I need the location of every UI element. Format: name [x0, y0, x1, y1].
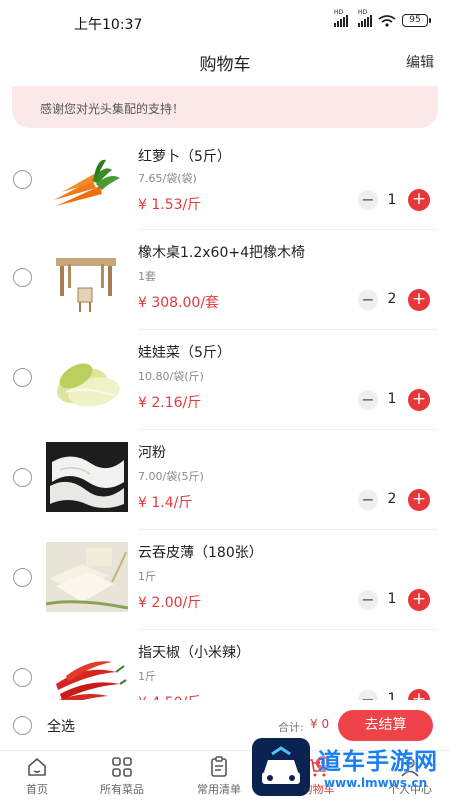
- page-title: 购物车: [199, 55, 251, 75]
- signal-icon: HD: [334, 9, 348, 27]
- watermark-text: 道车手游网: [318, 749, 438, 775]
- header: 购物车 编辑: [0, 44, 450, 80]
- item-name: 河粉: [138, 445, 166, 461]
- watermark-url: www.lmwws.cn: [324, 776, 428, 790]
- item-spec: 10.80/袋(斤): [138, 370, 204, 383]
- cart-list[interactable]: 红萝卜（5斤） 7.65/袋(袋) ¥ 1.53/斤 − 1 + 橡木桌1.2x…: [0, 130, 450, 700]
- watermark-logo: [252, 738, 310, 796]
- item-quantity: 1: [387, 691, 397, 700]
- total-value: ¥ 0: [310, 717, 330, 731]
- status-bar: 上午10:37 HD HD 95: [0, 0, 450, 44]
- item-name: 红萝卜（5斤）: [138, 149, 231, 165]
- wifi-icon: [378, 14, 396, 27]
- item-quantity: 1: [387, 391, 397, 407]
- status-time: 上午10:37: [74, 17, 143, 33]
- select-all-radio[interactable]: [13, 716, 32, 735]
- chili-image: [56, 661, 127, 700]
- item-quantity: 1: [387, 192, 397, 208]
- item-quantity: 1: [387, 591, 397, 607]
- item-spec: 1斤: [138, 670, 156, 683]
- home-icon: [28, 758, 46, 776]
- tab-all-dishes[interactable]: 所有菜品: [72, 755, 172, 797]
- grid-icon: [112, 757, 132, 777]
- notice-banner: 感谢您对光头集配的支持！: [12, 86, 438, 128]
- list-icon: [211, 756, 227, 777]
- carrot-image: [54, 159, 120, 206]
- edit-button[interactable]: 编辑: [406, 52, 434, 72]
- item-spec: 7.65/袋(袋): [138, 172, 197, 185]
- status-icons: HD HD 95: [334, 9, 431, 27]
- table-image: [56, 258, 116, 312]
- decrease-button[interactable]: −: [358, 690, 378, 700]
- increase-button[interactable]: +: [408, 389, 430, 411]
- item-price: ¥ 1.53/斤: [138, 197, 202, 213]
- increase-button[interactable]: +: [408, 489, 430, 511]
- cart-item: 红萝卜（5斤） 7.65/袋(袋) ¥ 1.53/斤 − 1 +: [0, 130, 450, 230]
- item-spec: 1套: [138, 270, 156, 283]
- cart-item: 橡木桌1.2x60+4把橡木椅 1套 ¥ 308.00/套 − 2 +: [0, 230, 450, 330]
- tab-label: 所有菜品: [100, 783, 144, 796]
- cart-item: 指天椒（小米辣） 1斤 ¥ 4.50/斤 − 1 +: [0, 630, 450, 700]
- item-price: ¥ 308.00/套: [138, 295, 220, 311]
- item-select-radio[interactable]: [13, 368, 32, 387]
- item-select-radio[interactable]: [13, 468, 32, 487]
- item-name: 橡木桌1.2x60+4把橡木椅: [138, 245, 306, 261]
- item-price: ¥ 2.00/斤: [138, 595, 202, 611]
- item-name: 指天椒（小米辣）: [138, 645, 250, 661]
- item-select-radio[interactable]: [13, 568, 32, 587]
- decrease-button[interactable]: −: [358, 390, 378, 410]
- checkout-button[interactable]: 去结算: [338, 710, 433, 741]
- decrease-button[interactable]: −: [358, 190, 378, 210]
- decrease-button[interactable]: −: [358, 490, 378, 510]
- increase-button[interactable]: +: [408, 589, 430, 611]
- cart-item: 河粉 7.00/袋(5斤) ¥ 1.4/斤 − 2 +: [0, 430, 450, 530]
- item-price: ¥ 1.4/斤: [138, 495, 193, 511]
- item-select-radio[interactable]: [13, 170, 32, 189]
- notice-text: 感谢您对光头集配的支持！: [40, 102, 185, 116]
- decrease-button[interactable]: −: [358, 590, 378, 610]
- decrease-button[interactable]: −: [358, 290, 378, 310]
- increase-button[interactable]: +: [408, 189, 430, 211]
- cart-item: 云吞皮薄（180张） 1斤 ¥ 2.00/斤 − 1 +: [0, 530, 450, 630]
- item-name: 云吞皮薄（180张）: [138, 545, 263, 561]
- signal-icon: HD: [358, 9, 372, 27]
- item-name: 娃娃菜（5斤）: [138, 345, 231, 361]
- increase-button[interactable]: +: [408, 289, 430, 311]
- item-spec: 1斤: [138, 570, 156, 583]
- cart-item: 娃娃菜（5斤） 10.80/袋(斤) ¥ 2.16/斤 − 1 +: [0, 330, 450, 430]
- item-price: ¥ 2.16/斤: [138, 395, 202, 411]
- wonton-wrapper-image: [46, 542, 128, 612]
- increase-button[interactable]: +: [408, 689, 430, 700]
- item-quantity: 2: [387, 291, 397, 307]
- noodles-image: [46, 442, 128, 512]
- item-select-radio[interactable]: [13, 268, 32, 287]
- battery-icon: 95: [402, 14, 431, 27]
- item-select-radio[interactable]: [13, 668, 32, 687]
- total-label: 合计:: [278, 721, 304, 734]
- cabbage-image: [56, 363, 120, 407]
- item-spec: 7.00/袋(5斤): [138, 470, 204, 483]
- item-quantity: 2: [387, 491, 397, 507]
- car-icon: [262, 746, 300, 784]
- select-all-label[interactable]: 全选: [47, 716, 75, 736]
- item-price: ¥ 4.50/斤: [138, 692, 201, 700]
